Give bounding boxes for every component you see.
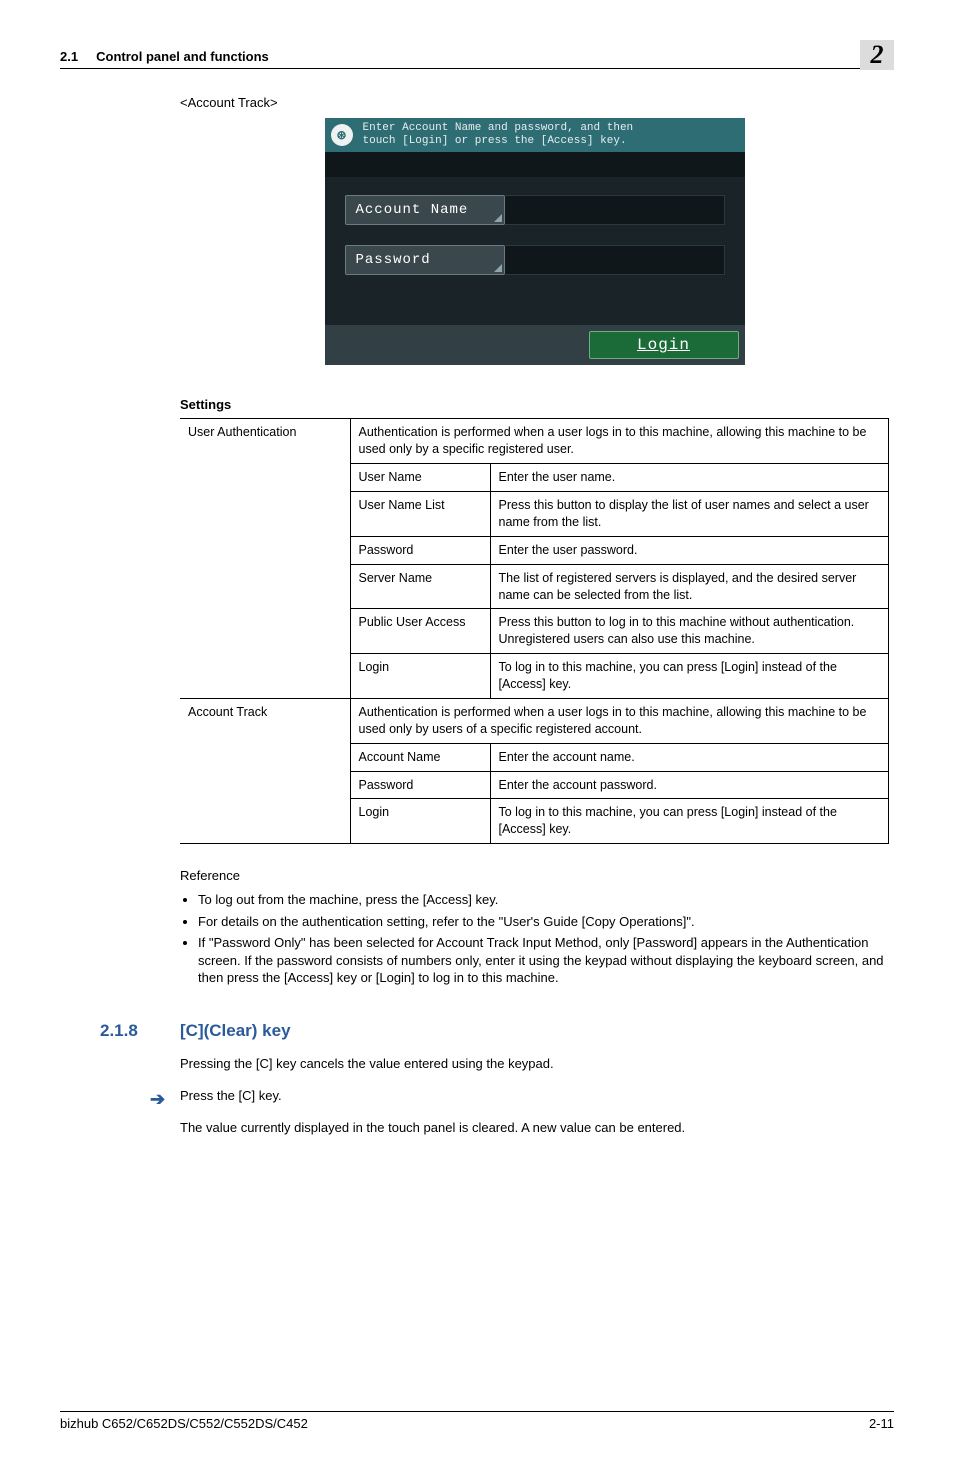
subsection-paragraph: Pressing the [C] key cancels the value e… <box>180 1055 894 1073</box>
cell-value: Enter the user password. <box>490 536 889 564</box>
list-item: If "Password Only" has been selected for… <box>198 934 889 987</box>
table-row: User Authentication Authentication is pe… <box>180 419 889 464</box>
cell-value: To log in to this machine, you can press… <box>490 799 889 844</box>
footer-page: 2-11 <box>869 1416 894 1431</box>
account-track-desc: Authentication is performed when a user … <box>350 698 889 743</box>
cell-key: Login <box>350 654 490 699</box>
arrow-right-icon: ➔ <box>150 1087 180 1112</box>
cell-key: User Name List <box>350 492 490 537</box>
touch-panel-instruction: Enter Account Name and password, and the… <box>363 122 634 148</box>
cell-value: Press this button to display the list of… <box>490 492 889 537</box>
account-name-button[interactable]: Account Name <box>345 195 505 225</box>
cell-value: The list of registered servers is displa… <box>490 564 889 609</box>
cell-key: Public User Access <box>350 609 490 654</box>
table-row: Account Track Authentication is performe… <box>180 698 889 743</box>
cell-key: Password <box>350 771 490 799</box>
chapter-badge: 2 <box>860 40 894 70</box>
section-title: Control panel and functions <box>96 49 269 64</box>
step-text: Press the [C] key. <box>180 1087 894 1105</box>
reference-title: Reference <box>180 868 889 883</box>
cell-key: Login <box>350 799 490 844</box>
login-button[interactable]: Login <box>589 331 739 359</box>
user-auth-desc: Authentication is performed when a user … <box>350 419 889 464</box>
step-result: The value currently displayed in the tou… <box>180 1119 894 1137</box>
page-footer: bizhub C652/C652DS/C552/C552DS/C452 2-11 <box>60 1411 894 1431</box>
instruction-line1: Enter Account Name and password, and the… <box>363 122 634 135</box>
settings-table: User Authentication Authentication is pe… <box>180 418 889 844</box>
cell-value: Press this button to log in to this mach… <box>490 609 889 654</box>
settings-heading: Settings <box>180 397 889 412</box>
cell-value: To log in to this machine, you can press… <box>490 654 889 699</box>
section-number: 2.1 <box>60 49 78 64</box>
list-item: To log out from the machine, press the [… <box>198 891 889 909</box>
reference-block: Reference To log out from the machine, p… <box>180 868 889 987</box>
account-name-field[interactable] <box>505 195 725 225</box>
cell-value: Enter the account password. <box>490 771 889 799</box>
cell-key: User Name <box>350 464 490 492</box>
list-item: For details on the authentication settin… <box>198 913 889 931</box>
touch-panel-separator <box>325 153 745 177</box>
account-track-label: Account Track <box>180 698 350 843</box>
cell-value: Enter the user name. <box>490 464 889 492</box>
password-field[interactable] <box>505 245 725 275</box>
password-button[interactable]: Password <box>345 245 505 275</box>
cell-key: Password <box>350 536 490 564</box>
touch-panel-header: ⊛ Enter Account Name and password, and t… <box>325 118 745 153</box>
key-icon: ⊛ <box>331 124 353 146</box>
subsection-title: [C](Clear) key <box>180 1021 291 1041</box>
cell-value: Enter the account name. <box>490 743 889 771</box>
cell-key: Server Name <box>350 564 490 609</box>
page-header: 2.1 Control panel and functions 2 <box>60 40 894 69</box>
header-left: 2.1 Control panel and functions <box>60 49 269 64</box>
user-auth-label: User Authentication <box>180 419 350 699</box>
account-track-caption: <Account Track> <box>180 95 889 110</box>
cell-key: Account Name <box>350 743 490 771</box>
touch-panel: ⊛ Enter Account Name and password, and t… <box>325 118 745 365</box>
footer-model: bizhub C652/C652DS/C552/C552DS/C452 <box>60 1416 308 1431</box>
subsection-number: 2.1.8 <box>100 1021 180 1041</box>
instruction-line2: touch [Login] or press the [Access] key. <box>363 135 634 148</box>
